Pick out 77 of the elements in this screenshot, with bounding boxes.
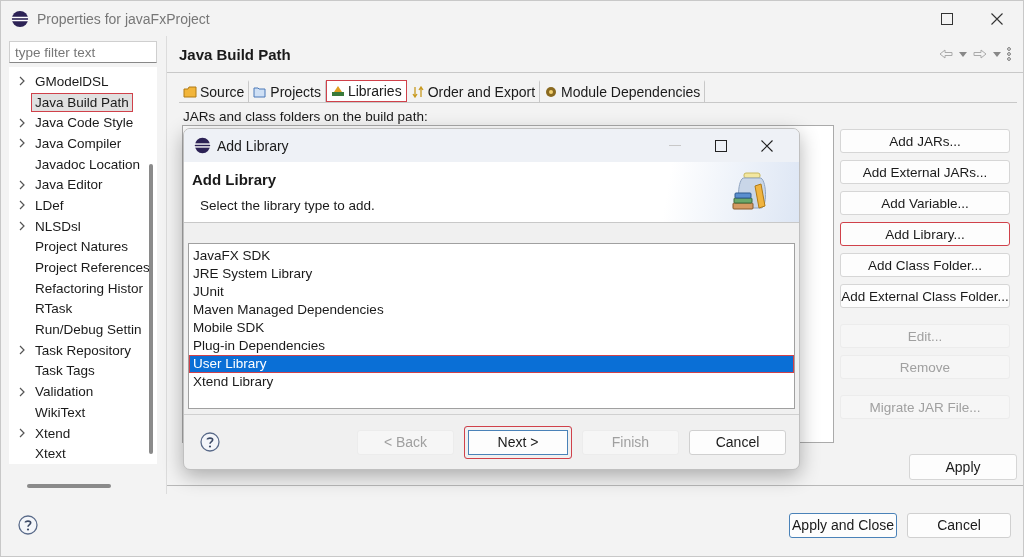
action-button[interactable]: Add Variable... bbox=[840, 191, 1010, 215]
up-down-arrows-icon bbox=[410, 86, 425, 98]
dropdown-icon[interactable] bbox=[993, 51, 1001, 57]
eclipse-logo-icon bbox=[194, 137, 211, 154]
tree-item[interactable]: Task Tags bbox=[31, 361, 99, 381]
close-icon[interactable] bbox=[991, 12, 1003, 25]
chevron-icon[interactable] bbox=[19, 138, 25, 149]
list-item[interactable]: JRE System Library bbox=[189, 265, 794, 283]
tree-item[interactable]: Java Editor bbox=[31, 175, 107, 195]
close-icon[interactable] bbox=[761, 139, 773, 152]
tab[interactable]: Module Dependencies bbox=[540, 80, 706, 102]
scrollbar-thumb[interactable] bbox=[149, 164, 153, 454]
maximize-icon[interactable] bbox=[941, 12, 953, 25]
tree-item[interactable]: Task Repository bbox=[31, 340, 136, 360]
list-item[interactable]: Maven Managed Dependencies bbox=[189, 301, 794, 319]
eclipse-logo-icon bbox=[11, 9, 29, 28]
chevron-icon[interactable] bbox=[19, 76, 25, 87]
chevron-icon[interactable] bbox=[19, 428, 25, 439]
help-icon[interactable] bbox=[18, 515, 38, 535]
tree-item[interactable]: Run/Debug Settin bbox=[31, 320, 146, 340]
tree-item[interactable]: Java Build Path bbox=[31, 92, 133, 112]
dialog-title: Add Library bbox=[217, 137, 289, 154]
tree-item[interactable]: Java Compiler bbox=[31, 133, 126, 153]
list-item[interactable]: Plug-in Dependencies bbox=[189, 337, 794, 355]
list-item[interactable]: JavaFX SDK bbox=[189, 247, 794, 265]
tree-item[interactable]: Xtext bbox=[31, 444, 70, 464]
dialog-button[interactable]: Next > bbox=[464, 425, 572, 459]
tree-item[interactable]: Refactoring Histor bbox=[31, 278, 148, 298]
tree-item[interactable]: RTask bbox=[31, 299, 77, 319]
tree-item[interactable]: LDef bbox=[31, 195, 68, 215]
action-button[interactable]: Add External Class Folder... bbox=[840, 284, 1010, 308]
tree-item[interactable]: Xtend bbox=[31, 423, 75, 443]
chevron-icon[interactable] bbox=[19, 345, 25, 356]
window-title: Properties for javaFxProject bbox=[37, 10, 210, 27]
description-text: JARs and class folders on the build path: bbox=[183, 109, 429, 125]
tree-item[interactable]: Javadoc Location bbox=[31, 154, 145, 174]
action-button[interactable]: Add External JARs... bbox=[840, 160, 1010, 184]
tree-item[interactable]: Project References bbox=[31, 258, 154, 278]
chevron-icon[interactable] bbox=[19, 179, 25, 190]
list-item[interactable]: Xtend Library bbox=[189, 373, 794, 391]
list-item[interactable]: User Library bbox=[189, 355, 794, 373]
list-item[interactable]: JUnit bbox=[189, 283, 794, 301]
action-button[interactable]: Add Library... bbox=[840, 222, 1010, 246]
apply-button[interactable]: Apply bbox=[909, 454, 1017, 480]
dropdown-icon[interactable] bbox=[959, 51, 967, 57]
folder-icon bbox=[183, 86, 197, 98]
list-item[interactable]: Mobile SDK bbox=[189, 319, 794, 337]
tree-item[interactable]: Validation bbox=[31, 382, 98, 402]
dialog-heading: Add Library bbox=[192, 171, 278, 188]
dialog-button[interactable]: Cancel bbox=[907, 512, 1011, 538]
folder-icon bbox=[253, 86, 268, 98]
chevron-icon[interactable] bbox=[19, 221, 25, 232]
chevron-icon[interactable] bbox=[19, 117, 25, 128]
tree-item[interactable]: GModelDSL bbox=[31, 71, 113, 91]
action-button[interactable]: Add Class Folder... bbox=[840, 253, 1010, 277]
more-icon[interactable] bbox=[1007, 47, 1011, 61]
action-button[interactable]: Add JARs... bbox=[840, 129, 1010, 153]
tree-item[interactable]: Java Code Style bbox=[31, 113, 138, 133]
page-title: Java Build Path bbox=[179, 45, 291, 63]
tab[interactable]: Libraries bbox=[325, 80, 407, 102]
dialog-button[interactable]: Cancel bbox=[689, 429, 786, 455]
maximize-icon[interactable] bbox=[715, 139, 727, 152]
tree-item[interactable]: NLSDsl bbox=[31, 216, 85, 236]
tree-item[interactable]: Project Natures bbox=[31, 237, 133, 257]
scrollbar-thumb[interactable] bbox=[27, 484, 111, 489]
tab[interactable]: Projects bbox=[249, 80, 326, 102]
filter-field[interactable]: type filter text bbox=[9, 41, 157, 63]
tab[interactable]: Source bbox=[179, 80, 250, 102]
module-icon bbox=[544, 86, 559, 98]
help-icon[interactable] bbox=[200, 432, 220, 452]
library-type-list[interactable]: JavaFX SDK JRE System Library JUnit Maven Managed Dependencies Mobile SDK Plug-in Dependencies User Library Xtend Library bbox=[188, 243, 795, 409]
chevron-icon[interactable] bbox=[19, 386, 25, 397]
dialog-button[interactable]: Apply and Close bbox=[789, 512, 897, 538]
dialog-message: Select the library type to add. bbox=[200, 198, 376, 213]
tree-item[interactable]: WikiText bbox=[31, 402, 90, 422]
tab[interactable]: Order and Export bbox=[406, 80, 541, 102]
chevron-icon[interactable] bbox=[19, 200, 25, 211]
